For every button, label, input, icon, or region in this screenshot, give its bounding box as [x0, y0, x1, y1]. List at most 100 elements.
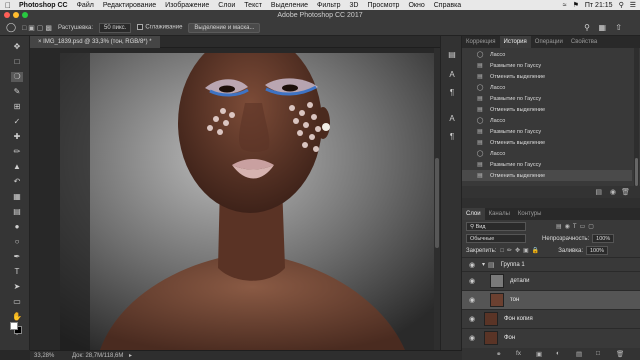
scrollbar-thumb[interactable]: [435, 158, 439, 248]
flag-icon[interactable]: ⚑: [573, 1, 579, 9]
history-item-selected[interactable]: ▤ Отменить выделение: [462, 170, 632, 181]
eye-icon[interactable]: ◉: [466, 315, 478, 323]
document-tab[interactable]: × IMG_1839.psd @ 33,3% (тон, RGB/8*) *: [30, 36, 160, 48]
tab-channels[interactable]: Каналы: [485, 208, 514, 220]
selection-mode-icons[interactable]: □ ▣ ▢ ▩: [22, 24, 52, 32]
paragraph-panel-icon[interactable]: ¶: [447, 88, 457, 98]
tab-history[interactable]: История: [499, 36, 531, 48]
gradient-tool-icon[interactable]: ▤: [11, 207, 23, 217]
history-item[interactable]: ▤ Отменить выделение: [462, 71, 632, 82]
layer-row-selected[interactable]: ◉ тон: [462, 290, 640, 309]
apple-icon[interactable]: : [5, 1, 11, 10]
lock-icons[interactable]: □✏✥▣🔒: [500, 247, 542, 254]
menu-view[interactable]: Просмотр: [367, 2, 399, 9]
history-item[interactable]: ▤ Размытие по Гауссу: [462, 60, 632, 71]
menu-app-name[interactable]: Photoshop CC: [19, 2, 68, 9]
pen-tool-icon[interactable]: ✒: [11, 252, 23, 262]
zoom-level[interactable]: 33,28%: [34, 353, 54, 359]
trash-icon[interactable]: 🗑: [621, 188, 630, 196]
brush-tool-icon[interactable]: ✏: [11, 147, 23, 157]
delete-layer-icon[interactable]: 🗑: [616, 350, 624, 358]
quick-select-tool-icon[interactable]: ✎: [11, 87, 23, 97]
minimize-window-button[interactable]: [13, 12, 19, 18]
tab-layers[interactable]: Слои: [462, 208, 485, 220]
healing-brush-tool-icon[interactable]: ✚: [11, 132, 23, 142]
status-menu-icon[interactable]: ▸: [129, 353, 132, 359]
menu-edit[interactable]: Редактирование: [103, 2, 156, 9]
history-item[interactable]: ◯ Лассо: [462, 82, 632, 93]
new-layer-icon[interactable]: □: [596, 350, 600, 357]
eraser-tool-icon[interactable]: ▦: [11, 192, 23, 202]
canvas-area[interactable]: [30, 48, 440, 350]
workspace-icon[interactable]: ▦: [598, 23, 606, 32]
tab-actions[interactable]: Операции: [531, 36, 567, 48]
menu-filter[interactable]: Фильтр: [317, 2, 341, 9]
menu-3d[interactable]: 3D: [350, 2, 359, 9]
search-icon[interactable]: ⚲: [619, 1, 624, 9]
menu-type[interactable]: Текст: [244, 2, 262, 9]
character-panel-icon[interactable]: A: [447, 114, 457, 124]
eye-icon[interactable]: ◉: [466, 277, 478, 285]
feather-input[interactable]: 50 пикс.: [99, 22, 132, 33]
layer-style-icon[interactable]: fx: [516, 350, 521, 357]
menu-list-icon[interactable]: ☰: [630, 1, 636, 9]
lasso-preset-icon[interactable]: ◯: [6, 22, 16, 33]
tab-properties[interactable]: Свойства: [567, 36, 601, 48]
shape-tool-icon[interactable]: ▭: [11, 297, 23, 307]
history-item[interactable]: ◯ Лассо: [462, 49, 632, 60]
search-icon[interactable]: ⚲: [584, 23, 590, 32]
hand-tool-icon[interactable]: ✋: [11, 312, 23, 322]
clone-stamp-tool-icon[interactable]: ▲: [11, 162, 23, 172]
history-item[interactable]: ▤ Отменить выделение: [462, 137, 632, 148]
menu-window[interactable]: Окно: [408, 2, 424, 9]
tab-adjustments[interactable]: Коррекция: [462, 36, 500, 48]
foreground-color-swatch[interactable]: [10, 322, 18, 330]
eye-icon[interactable]: ◉: [466, 296, 478, 304]
portrait-photo[interactable]: [60, 53, 434, 350]
history-scrollbar-thumb[interactable]: [635, 158, 638, 186]
layer-row[interactable]: ◉ Фон: [462, 328, 640, 347]
crop-tool-icon[interactable]: ⊞: [11, 102, 23, 112]
blur-tool-icon[interactable]: ●: [11, 222, 23, 232]
dodge-tool-icon[interactable]: ○: [11, 237, 23, 247]
marquee-tool-icon[interactable]: □: [11, 57, 23, 67]
history-item[interactable]: ▤ Размытие по Гауссу: [462, 126, 632, 137]
tab-paths[interactable]: Контуры: [514, 208, 546, 220]
adjustments-panel-icon[interactable]: ▤: [447, 50, 457, 60]
antialias-checkbox[interactable]: Сглаживание: [137, 24, 182, 31]
close-window-button[interactable]: [4, 12, 10, 18]
path-select-tool-icon[interactable]: ➤: [11, 282, 23, 292]
fill-input[interactable]: 100%: [586, 246, 609, 255]
clock[interactable]: Пт 21:15: [585, 2, 613, 9]
history-scrollbar[interactable]: [634, 48, 639, 188]
add-mask-icon[interactable]: ▣: [536, 350, 542, 358]
paragraph-style-icon[interactable]: ¶: [447, 132, 457, 142]
menu-select[interactable]: Выделение: [271, 2, 308, 9]
layer-row[interactable]: ◉ Фон копия: [462, 309, 640, 328]
move-tool-icon[interactable]: ✥: [11, 42, 23, 52]
adjustment-layer-icon[interactable]: ◐: [556, 350, 560, 357]
menu-file[interactable]: Файл: [77, 2, 94, 9]
zoom-window-button[interactable]: [22, 12, 28, 18]
history-item[interactable]: ▤ Отменить выделение: [462, 104, 632, 115]
expand-group-icon[interactable]: ▾: [482, 261, 485, 268]
eyedropper-tool-icon[interactable]: ✓: [11, 117, 23, 127]
type-tool-icon[interactable]: T: [11, 267, 23, 277]
menu-image[interactable]: Изображение: [165, 2, 209, 9]
history-item[interactable]: ▤ Размытие по Гауссу: [462, 159, 632, 170]
layer-filter-icons[interactable]: ▤◉T▭▢: [556, 223, 597, 230]
history-item[interactable]: ▤ Размытие по Гауссу: [462, 93, 632, 104]
lasso-tool-icon[interactable]: ❍: [11, 72, 23, 82]
type-panel-icon[interactable]: A: [447, 70, 457, 80]
layer-filter-select[interactable]: ⚲ Вид: [466, 222, 526, 231]
new-group-icon[interactable]: ▤: [576, 350, 582, 358]
eye-icon[interactable]: ◉: [466, 334, 478, 342]
history-item[interactable]: ◯ Лассо: [462, 148, 632, 159]
layer-group[interactable]: ◉ ▾ ▤ Группа 1: [462, 257, 640, 271]
eye-icon[interactable]: ◉: [466, 261, 478, 269]
link-layers-icon[interactable]: ⚭: [496, 350, 501, 358]
history-item[interactable]: ◯ Лассо: [462, 115, 632, 126]
history-brush-tool-icon[interactable]: ↶: [11, 177, 23, 187]
share-icon[interactable]: ⇧: [615, 23, 622, 32]
select-and-mask-button[interactable]: Выделение и маска...: [188, 22, 261, 33]
